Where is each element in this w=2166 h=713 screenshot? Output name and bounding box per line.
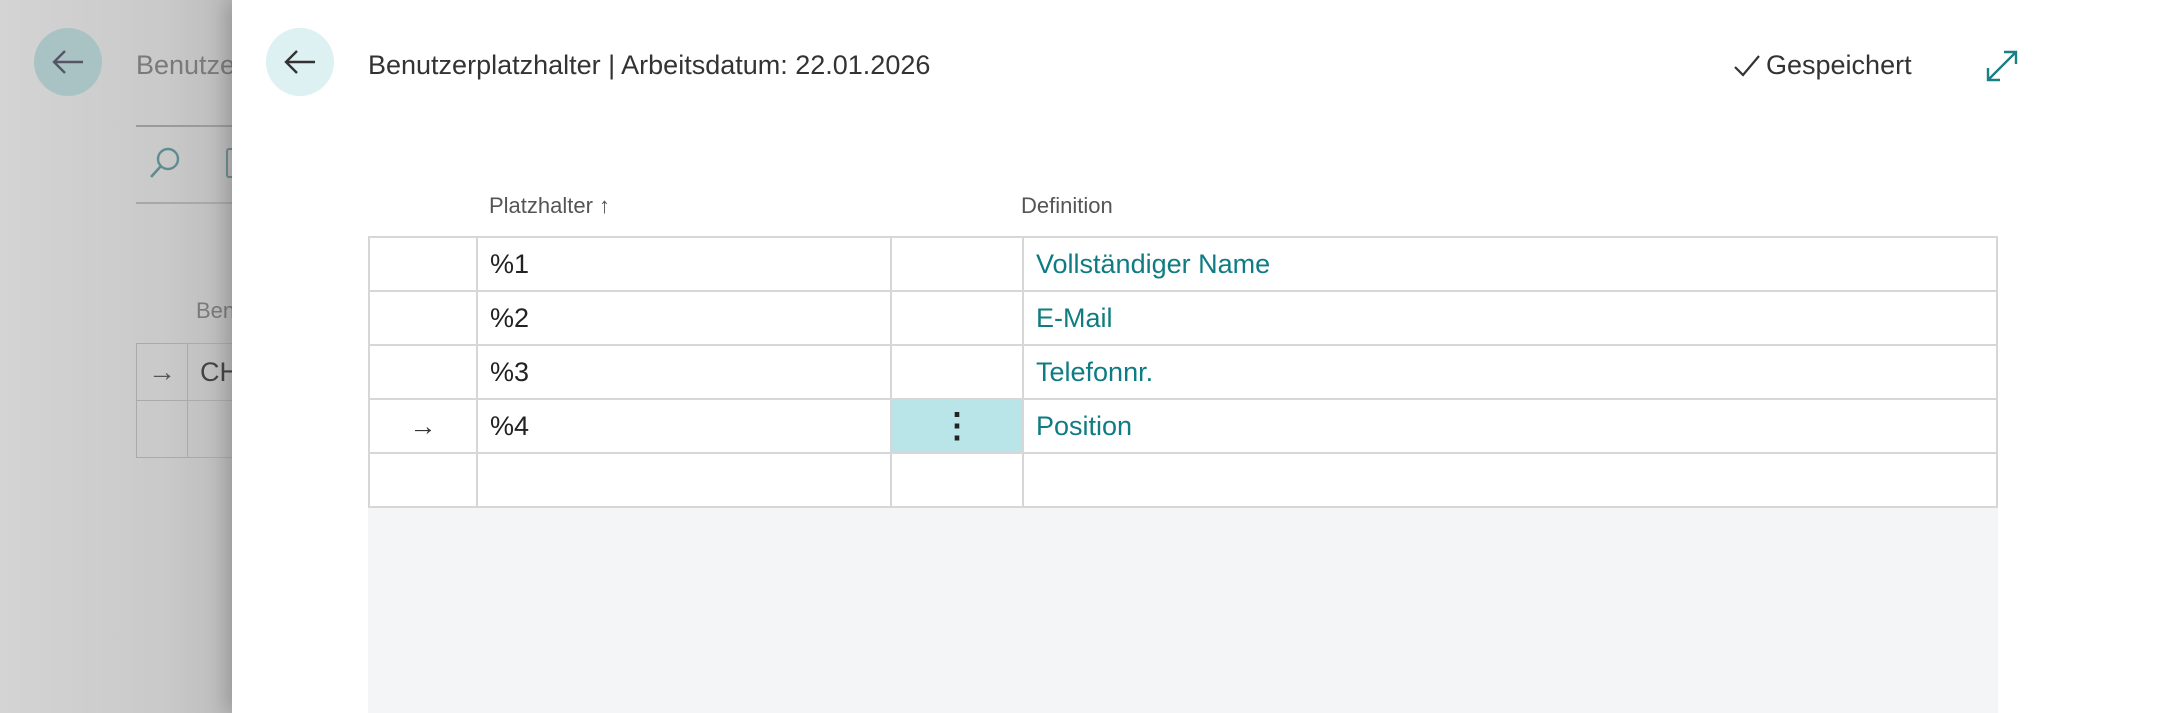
- row-marker: [368, 236, 478, 292]
- definition-cell[interactable]: [1022, 452, 1998, 508]
- background-page: Benutze Ben → CH: [0, 0, 240, 713]
- table-row[interactable]: %3 Telefonnr.: [368, 344, 1998, 400]
- row-marker: [368, 344, 478, 400]
- row-menu-cell[interactable]: [890, 290, 1024, 346]
- column-header-label: Definition: [1021, 193, 1113, 218]
- toolbar-divider: [136, 125, 240, 127]
- search-icon: [148, 146, 182, 185]
- back-arrow-icon: [284, 50, 315, 74]
- more-options-icon[interactable]: ⋮: [890, 398, 1024, 454]
- placeholder-cell[interactable]: %4: [476, 398, 892, 454]
- row-marker: [368, 452, 478, 508]
- toolbar-divider-bottom: [136, 202, 240, 204]
- table-row[interactable]: %2 E-Mail: [368, 290, 1998, 346]
- placeholder-cell[interactable]: %3: [476, 344, 892, 400]
- placeholder-dialog: Benutzerplatzhalter | Arbeitsdatum: 22.0…: [232, 0, 2166, 713]
- table-row: → CH: [136, 344, 240, 401]
- row-marker: [368, 290, 478, 346]
- row-arrow-icon: →: [137, 344, 188, 400]
- expand-button[interactable]: [1984, 48, 2020, 89]
- page-title: Benutzerplatzhalter | Arbeitsdatum: 22.0…: [368, 50, 931, 80]
- table-row[interactable]: %1 Vollständiger Name: [368, 236, 1998, 292]
- row-arrow-icon: →: [368, 398, 478, 454]
- background-page-title: Benutze: [136, 50, 236, 80]
- table-row: [136, 401, 240, 458]
- table-row-new[interactable]: [368, 452, 1998, 508]
- row-marker: [137, 401, 188, 457]
- placeholder-table: %1 Vollständiger Name %2 E-Mail %3 Telef…: [368, 236, 1998, 508]
- sort-ascending-icon: ↑: [598, 193, 610, 218]
- checkmark-icon: [1734, 54, 1760, 77]
- background-table: → CH: [136, 343, 240, 458]
- definition-cell[interactable]: Telefonnr.: [1022, 344, 1998, 400]
- placeholder-cell[interactable]: [476, 452, 892, 508]
- row-menu-cell[interactable]: [890, 452, 1024, 508]
- column-header-label: Platzhalter: [489, 193, 593, 218]
- saved-status: Gespeichert: [1732, 50, 1912, 81]
- back-button[interactable]: [266, 28, 334, 96]
- column-header-definition[interactable]: Definition: [1021, 193, 1113, 219]
- back-arrow-icon: [52, 50, 83, 74]
- column-header-placeholder[interactable]: Platzhalter ↑: [489, 193, 610, 219]
- saved-status-label: Gespeichert: [1766, 50, 1912, 80]
- definition-cell[interactable]: Vollständiger Name: [1022, 236, 1998, 292]
- row-menu-cell[interactable]: [890, 236, 1024, 292]
- background-column-label: Ben: [196, 298, 236, 323]
- table-cell: [188, 401, 200, 457]
- row-menu-cell[interactable]: [890, 344, 1024, 400]
- background-back-button: [34, 28, 102, 96]
- placeholder-cell[interactable]: %2: [476, 290, 892, 346]
- placeholder-cell[interactable]: %1: [476, 236, 892, 292]
- table-row-selected[interactable]: → %4 ⋮ Position: [368, 398, 1998, 454]
- expand-icon: [1986, 50, 2018, 82]
- definition-cell[interactable]: E-Mail: [1022, 290, 1998, 346]
- definition-cell[interactable]: Position: [1022, 398, 1998, 454]
